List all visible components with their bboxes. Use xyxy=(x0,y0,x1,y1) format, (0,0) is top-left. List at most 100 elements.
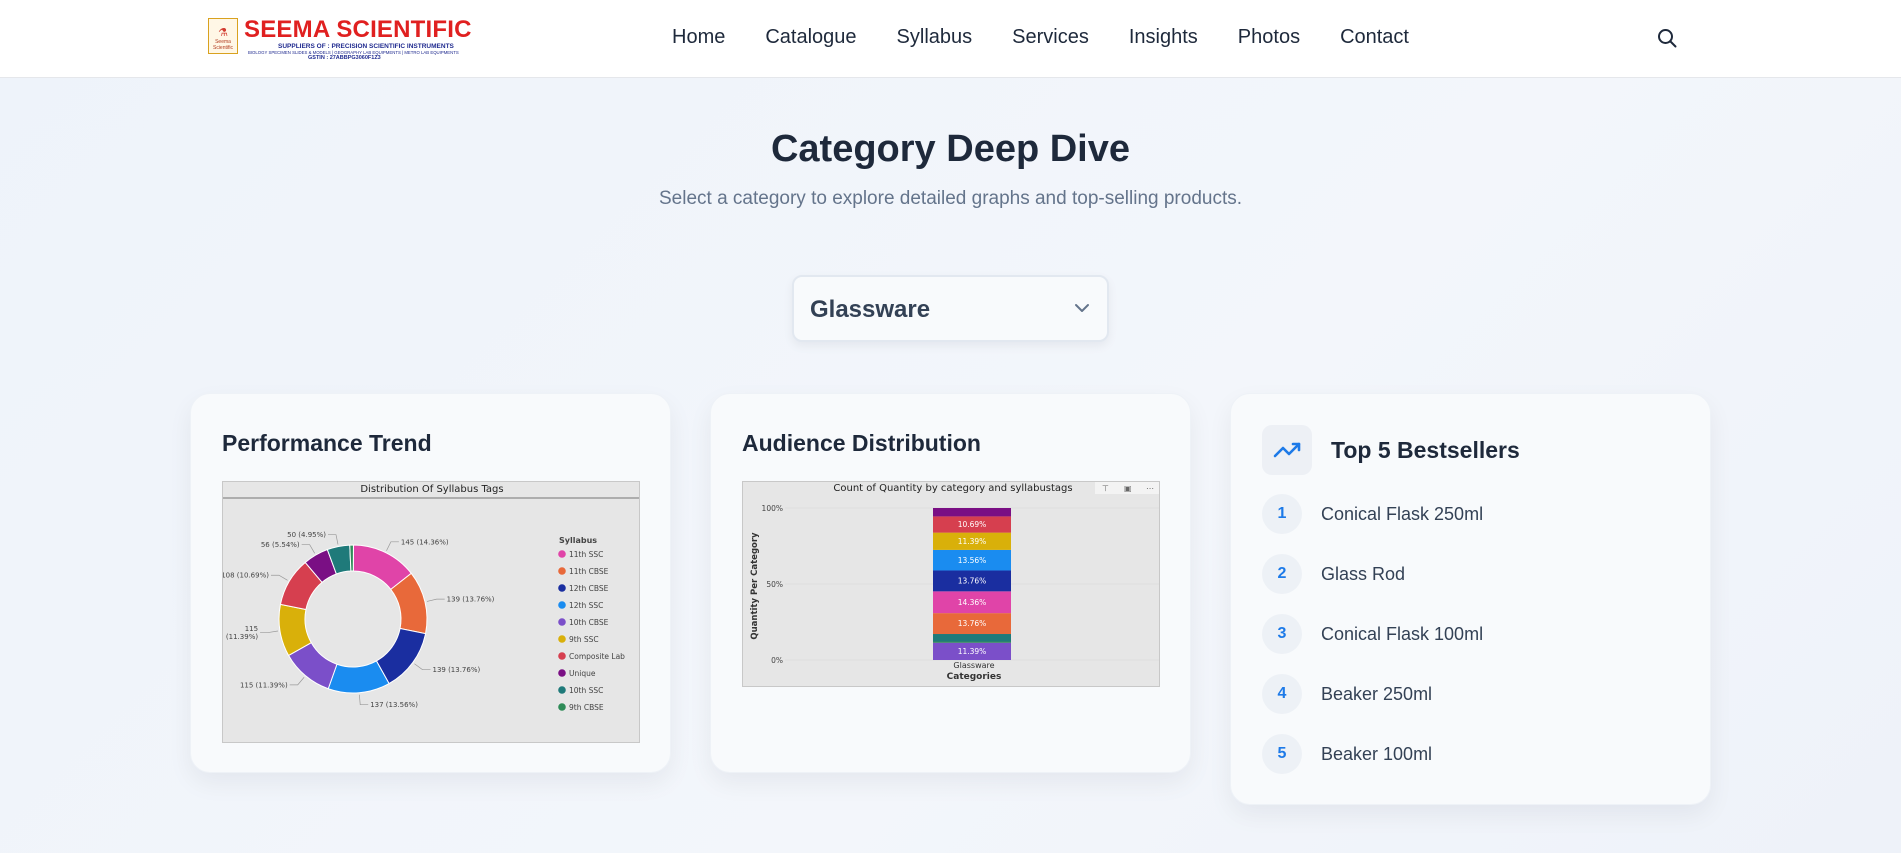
donut-data-label: 145 (14.36%) xyxy=(401,538,449,546)
donut-chart[interactable]: Distribution Of Syllabus Tags 145 (14.36… xyxy=(222,481,640,743)
rank-badge: 1 xyxy=(1262,494,1302,534)
bestseller-item[interactable]: 4 Beaker 250ml xyxy=(1262,674,1682,714)
donut-leader-line xyxy=(301,544,316,554)
donut-chart-title: Distribution Of Syllabus Tags xyxy=(360,484,503,495)
product-name: Conical Flask 100ml xyxy=(1321,624,1484,644)
donut-data-label: 50 (4.95%) xyxy=(287,531,326,539)
page-subtitle: Select a category to explore detailed gr… xyxy=(658,188,1243,209)
page-title: Category Deep Dive xyxy=(770,128,1130,170)
donut-leader-line xyxy=(260,630,279,633)
legend-item[interactable]: 12th SSC xyxy=(569,601,603,610)
logo-badge: ⚗ Seema Scientific xyxy=(208,18,238,54)
legend-swatch xyxy=(558,567,566,575)
legend-swatch xyxy=(558,601,566,609)
category-select[interactable]: Glassware xyxy=(792,275,1109,342)
trend-icon-box xyxy=(1262,425,1312,475)
y-tick-label: 100% xyxy=(762,504,783,513)
legend-item[interactable]: 11th SSC xyxy=(569,550,603,559)
legend-item[interactable]: 10th SSC xyxy=(569,686,603,695)
rank-badge: 2 xyxy=(1262,554,1302,594)
brand-logo[interactable]: ⚗ Seema Scientific SEEMA SCIENTIFIC SUPP… xyxy=(208,16,471,64)
filter-icon[interactable]: ⊤ xyxy=(1102,484,1109,493)
donut-leader-line xyxy=(359,694,369,706)
logo-badge-text: Seema Scientific xyxy=(212,39,233,51)
bar-chart-xlabel: Categories xyxy=(947,672,1002,682)
y-tick-label: 50% xyxy=(766,580,783,589)
bar-segment-label: 13.76% xyxy=(958,577,987,586)
focus-mode-icon[interactable]: ▣ xyxy=(1124,484,1132,493)
legend-swatch xyxy=(558,669,566,677)
legend-title: Syllabus xyxy=(559,536,597,545)
nav-syllabus[interactable]: Syllabus xyxy=(897,26,973,52)
bestsellers-card: Top 5 Bestsellers 1 Conical Flask 250ml … xyxy=(1230,393,1711,805)
legend-item[interactable]: 9th SSC xyxy=(569,635,599,644)
main-nav: Home Catalogue Syllabus Services Insight… xyxy=(672,26,1449,52)
legend-item[interactable]: Composite Lab xyxy=(569,652,625,661)
donut-data-label: 108 (10.69%) xyxy=(223,572,269,580)
donut-leader-line xyxy=(270,574,288,581)
bar-segment-label: 13.56% xyxy=(958,556,987,565)
bar-segment-label: 13.76% xyxy=(958,619,987,628)
bestseller-item[interactable]: 1 Conical Flask 250ml xyxy=(1262,494,1682,534)
search-button[interactable] xyxy=(1656,27,1678,49)
nav-catalogue[interactable]: Catalogue xyxy=(765,26,856,52)
nav-home[interactable]: Home xyxy=(672,26,725,52)
legend-item[interactable]: Unique xyxy=(569,669,596,678)
performance-card: Performance Trend Distribution Of Syllab… xyxy=(190,393,671,773)
product-name: Conical Flask 250ml xyxy=(1321,504,1484,524)
nav-contact[interactable]: Contact xyxy=(1340,26,1409,52)
legend-swatch xyxy=(558,686,566,694)
donut-leader-line xyxy=(289,676,305,686)
product-name: Beaker 100ml xyxy=(1321,744,1433,764)
nav-photos[interactable]: Photos xyxy=(1238,26,1300,52)
stacked-bar-chart[interactable]: Count of Quantity by category and syllab… xyxy=(742,481,1160,687)
bar-segment-label: 14.36% xyxy=(958,598,987,607)
bar-segment-label: 11.39% xyxy=(958,647,987,656)
bar-segment[interactable] xyxy=(933,508,1011,517)
audience-title: Audience Distribution xyxy=(742,430,981,456)
brand-gstin: GSTIN : 27ABBPG3060F1Z3 xyxy=(308,55,381,61)
rank-badge: 5 xyxy=(1262,734,1302,774)
legend-swatch xyxy=(558,652,566,660)
product-name: Beaker 250ml xyxy=(1321,684,1433,704)
bar-chart-ylabel: Quantity Per Category xyxy=(750,532,760,640)
bestsellers-title: Top 5 Bestsellers xyxy=(1331,437,1520,463)
donut-data-label: 56 (5.54%) xyxy=(261,541,300,549)
rank-badge: 4 xyxy=(1262,674,1302,714)
donut-chart-svg: Distribution Of Syllabus Tags 145 (14.36… xyxy=(223,484,639,712)
bar-segment-label: 11.39% xyxy=(958,537,987,546)
legend-item[interactable]: 11th CBSE xyxy=(569,567,609,576)
more-options-icon[interactable]: ⋯ xyxy=(1146,484,1154,493)
chevron-down-icon xyxy=(1075,304,1089,312)
bar-chart-title: Count of Quantity by category and syllab… xyxy=(833,483,1072,494)
donut-slice[interactable] xyxy=(349,544,354,572)
donut-data-label: 137 (13.56%) xyxy=(370,701,418,709)
donut-leader-line xyxy=(386,541,399,551)
donut-leader-line xyxy=(328,534,339,545)
legend-item[interactable]: 10th CBSE xyxy=(569,618,609,627)
bestseller-item[interactable]: 2 Glass Rod xyxy=(1262,554,1682,594)
bestseller-item[interactable]: 3 Conical Flask 100ml xyxy=(1262,614,1682,654)
category-select-value: Glassware xyxy=(810,296,931,323)
bestseller-item[interactable]: 5 Beaker 100ml xyxy=(1262,734,1682,774)
audience-card: Audience Distribution Count of Quantity … xyxy=(710,393,1191,773)
bar-segment[interactable] xyxy=(933,634,1011,642)
product-name: Glass Rod xyxy=(1321,564,1406,584)
donut-data-label: 139 (13.76%) xyxy=(432,666,480,674)
chart-toolbar[interactable]: ⊤ ▣ ⋯ xyxy=(1095,482,1160,494)
nav-services[interactable]: Services xyxy=(1012,26,1089,52)
donut-leader-line xyxy=(426,598,445,602)
rank-badge: 3 xyxy=(1262,614,1302,654)
stacked-bar-chart-svg: Count of Quantity by category and syllab… xyxy=(750,482,1160,682)
bar-segment-label: 10.69% xyxy=(958,520,987,529)
site-header: ⚗ Seema Scientific SEEMA SCIENTIFIC SUPP… xyxy=(0,0,1901,78)
legend-swatch xyxy=(558,618,566,626)
legend-swatch xyxy=(558,584,566,592)
brand-tagline: SUPPLIERS OF : PRECISION SCIENTIFIC INST… xyxy=(278,43,454,50)
donut-leader-line xyxy=(414,663,431,671)
bar-segment[interactable] xyxy=(933,641,1011,643)
legend-swatch xyxy=(558,550,566,558)
legend-item[interactable]: 9th CBSE xyxy=(569,703,604,712)
legend-item[interactable]: 12th CBSE xyxy=(569,584,609,593)
nav-insights[interactable]: Insights xyxy=(1129,26,1198,52)
